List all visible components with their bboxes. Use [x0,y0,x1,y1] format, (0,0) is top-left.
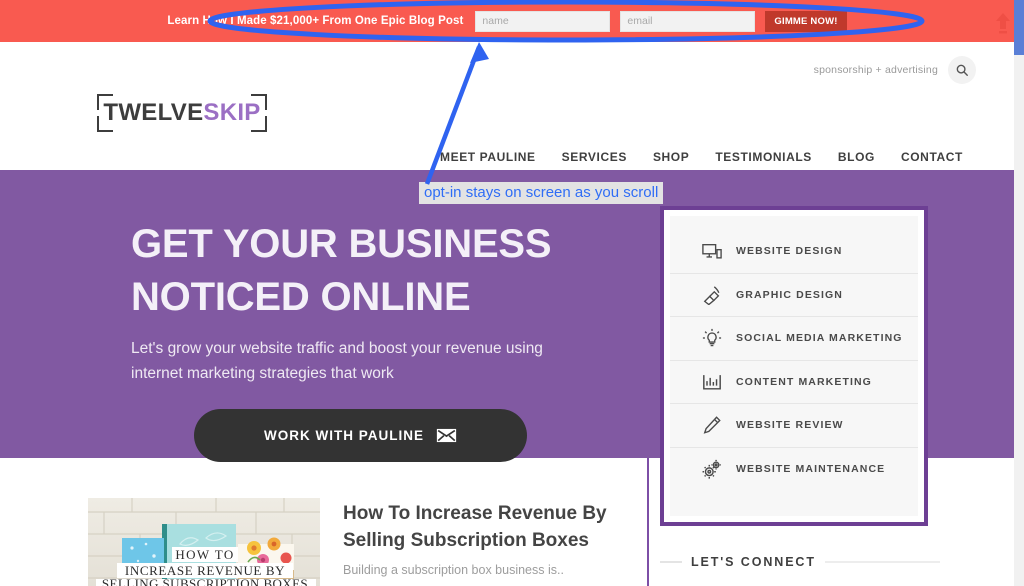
scroll-to-top-button[interactable] [992,10,1014,34]
service-label: WEBSITE MAINTENANCE [736,463,886,476]
bar-chart-icon [702,372,722,392]
hero-title-line-1: GET YOUR BUSINESS [131,222,552,266]
lets-connect-label: LET'S CONNECT [691,555,816,569]
logo-text-primary: TWELVE [103,99,204,126]
service-item-social-media-marketing[interactable]: SOCIAL MEDIA MARKETING [670,317,918,361]
utility-row: sponsorship + advertising [814,56,976,84]
heading-rule-left [660,561,682,563]
nav-item-blog[interactable]: BLOG [838,150,875,164]
service-label: WEBSITE DESIGN [736,245,843,258]
service-item-website-design[interactable]: WEBSITE DESIGN [670,230,918,274]
blog-post-body: How To Increase Revenue By Selling Subsc… [343,498,643,586]
site-header: sponsorship + advertising TWELVE SKIP MEE… [0,42,1014,170]
hero-title-line-2: NOTICED ONLINE [131,275,471,319]
search-button[interactable] [948,56,976,84]
page-root: sponsorship + advertising TWELVE SKIP MEE… [0,0,1024,586]
annotation-label: opt-in stays on screen as you scroll [419,182,664,204]
optin-headline: Learn How I Made $21,000+ From One Epic … [167,15,464,27]
logo-bracket-top-right [251,94,267,110]
sidebar-divider [647,458,649,586]
search-icon [956,64,968,76]
sponsorship-advertising-link[interactable]: sponsorship + advertising [814,64,938,76]
work-with-pauline-button[interactable]: WORK WITH PAULINE [194,409,527,462]
nav-item-testimonials[interactable]: TESTIMONIALS [715,150,812,164]
arrow-up-icon [996,13,1010,34]
blog-post-excerpt: Building a subscription box business is.… [343,563,564,577]
blog-post-thumbnail[interactable]: HOW TO INCREASE REVENUE BY SELLING SUBSC… [88,498,320,586]
service-label: CONTENT MARKETING [736,375,872,388]
service-label: GRAPHIC DESIGN [736,288,843,301]
lightbulb-icon [702,328,722,348]
hero-subtitle: Let's grow your website traffic and boos… [131,340,543,382]
hero-title: GET YOUR BUSINESS NOTICED ONLINE [131,218,601,324]
pencil-icon [702,415,722,435]
service-label: SOCIAL MEDIA MARKETING [736,332,903,345]
nav-item-meet-pauline[interactable]: MEET PAULINE [440,150,536,164]
monitor-devices-icon [702,241,722,261]
service-item-website-maintenance[interactable]: WEBSITE MAINTENANCE [670,448,918,492]
heading-rule-right [824,561,940,563]
nav-item-services[interactable]: SERVICES [562,150,627,164]
gears-icon [702,459,722,479]
thumbnail-overlay-line-3: SELLING SUBSCRIPTION BOXES [102,576,308,586]
thumbnail-overlay-line-1: HOW TO [175,547,234,562]
nav-item-shop[interactable]: SHOP [653,150,689,164]
service-label: WEBSITE REVIEW [736,419,844,432]
page-scrollbar-track[interactable] [1014,0,1024,586]
envelope-icon [436,428,457,443]
optin-submit-button[interactable]: GIMME NOW! [765,10,847,32]
logo-bracket-top-left [97,94,113,110]
service-item-graphic-design[interactable]: GRAPHIC DESIGN [670,274,918,317]
optin-email-input[interactable] [620,10,756,32]
site-logo[interactable]: TWELVE SKIP [97,94,267,132]
main-navigation: MEET PAULINE SERVICES SHOP TESTIMONIALS … [440,150,963,164]
page-scrollbar-thumb[interactable] [1014,0,1024,55]
work-with-pauline-label: WORK WITH PAULINE [264,428,424,443]
services-card: WEBSITE DESIGN GRAPHIC DESIGN SOCIAL MED… [660,206,928,526]
logo-bracket-bottom-left [97,116,113,132]
blog-post-card[interactable]: HOW TO INCREASE REVENUE BY SELLING SUBSC… [88,498,643,586]
blog-post-title[interactable]: How To Increase Revenue By Selling Subsc… [343,500,643,554]
lets-connect-heading: LET'S CONNECT [660,555,940,569]
nav-item-contact[interactable]: CONTACT [901,150,963,164]
paintbrush-icon [702,285,722,305]
thumbnail-image: HOW TO INCREASE REVENUE BY SELLING SUBSC… [88,498,320,586]
optin-name-input[interactable] [475,10,611,32]
logo-bracket-bottom-right [251,116,267,132]
service-item-website-review[interactable]: WEBSITE REVIEW [670,404,918,448]
service-item-content-marketing[interactable]: CONTENT MARKETING [670,361,918,404]
optin-bar: Learn How I Made $21,000+ From One Epic … [0,0,1014,42]
